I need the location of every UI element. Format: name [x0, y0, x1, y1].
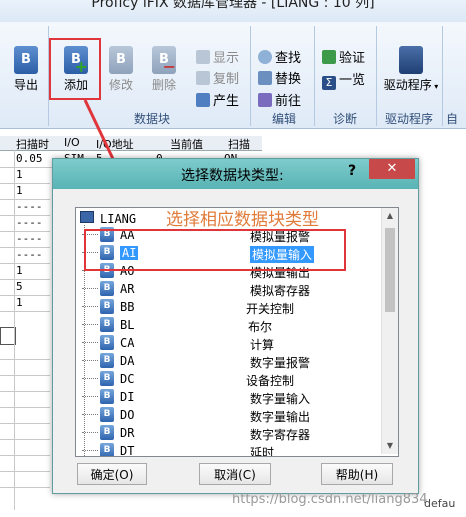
dialog-title: 选择数据块类型:	[181, 168, 284, 184]
tree-item-dc[interactable]: B DC 设备控制	[82, 370, 385, 388]
block-desc: 数字量输入	[250, 392, 311, 406]
select-block-type-dialog: 选择数据块类型: ? ✕ LIANG B AA 模拟量报警 B AI 模拟量输入 B AO…	[52, 158, 419, 494]
block-code: AR	[120, 282, 135, 296]
block-desc: 模拟寄存器	[250, 284, 311, 298]
tree-item-da[interactable]: B DA 数字量报警	[82, 352, 385, 370]
ok-button[interactable]: 确定(O)	[77, 463, 147, 485]
tree-item-do[interactable]: B DO 数字量输出	[82, 406, 385, 424]
computer-icon	[80, 211, 94, 223]
watermark-text: https://blog.csdn.net/liang834	[232, 492, 428, 507]
block-icon: B	[100, 335, 114, 350]
tree-item-ar[interactable]: B AR 模拟寄存器	[82, 280, 385, 298]
block-desc: 开关控制	[246, 302, 295, 316]
block-desc: 数字寄存器	[250, 428, 311, 442]
block-desc: 数字量输出	[250, 410, 311, 424]
status-text: defau	[424, 497, 456, 510]
block-code: DC	[120, 372, 135, 386]
block-icon: B	[100, 317, 114, 332]
scrollbar-thumb[interactable]	[385, 228, 395, 312]
block-desc: 计算	[250, 338, 275, 352]
scroll-down-icon[interactable]: ▼	[382, 438, 398, 454]
tree-item-bb[interactable]: B BB 开关控制	[82, 298, 385, 316]
block-code: DA	[120, 354, 135, 368]
tree-item-dr[interactable]: B DR 数字寄存器	[82, 424, 385, 442]
block-desc: 延时	[250, 446, 275, 457]
scroll-up-icon[interactable]: ▲	[382, 208, 398, 224]
block-code: BB	[120, 300, 135, 314]
block-code: CA	[120, 336, 135, 350]
block-code: BL	[120, 318, 135, 332]
block-desc: 数字量报警	[250, 356, 311, 370]
block-desc: 布尔	[248, 320, 273, 334]
block-icon: B	[100, 299, 114, 314]
tree-root-label: LIANG	[100, 212, 137, 226]
help-button[interactable]: 帮助(H)	[321, 463, 393, 485]
block-icon: B	[100, 371, 114, 386]
block-icon: B	[100, 425, 114, 440]
annotation-text: 选择相应数据块类型	[166, 210, 319, 230]
block-icon: B	[100, 281, 114, 296]
block-icon: B	[100, 353, 114, 368]
tree-item-ca[interactable]: B CA 计算	[82, 334, 385, 352]
block-icon: B	[100, 443, 114, 456]
close-icon[interactable]: ✕	[369, 159, 415, 179]
block-icon: B	[100, 407, 114, 422]
tree-root-node[interactable]: LIANG	[80, 211, 136, 226]
dialog-help-icon[interactable]: ?	[344, 163, 360, 179]
tree-item-bl[interactable]: B BL 布尔	[82, 316, 385, 334]
tree-item-di[interactable]: B DI 数字量输入	[82, 388, 385, 406]
tree-scrollbar[interactable]: ▲ ▼	[381, 208, 398, 454]
block-code: DT	[120, 444, 135, 457]
ai-item-highlight-box	[84, 229, 346, 271]
block-code: DO	[120, 408, 135, 422]
dialog-title-bar[interactable]: 选择数据块类型: ? ✕	[53, 159, 418, 189]
block-icon: B	[100, 389, 114, 404]
block-code: DR	[120, 426, 135, 440]
tree-item-dt[interactable]: B DT 延时	[82, 442, 385, 457]
block-code: DI	[120, 390, 135, 404]
cancel-button[interactable]: 取消(C)	[199, 463, 271, 485]
block-desc: 设备控制	[246, 374, 295, 388]
